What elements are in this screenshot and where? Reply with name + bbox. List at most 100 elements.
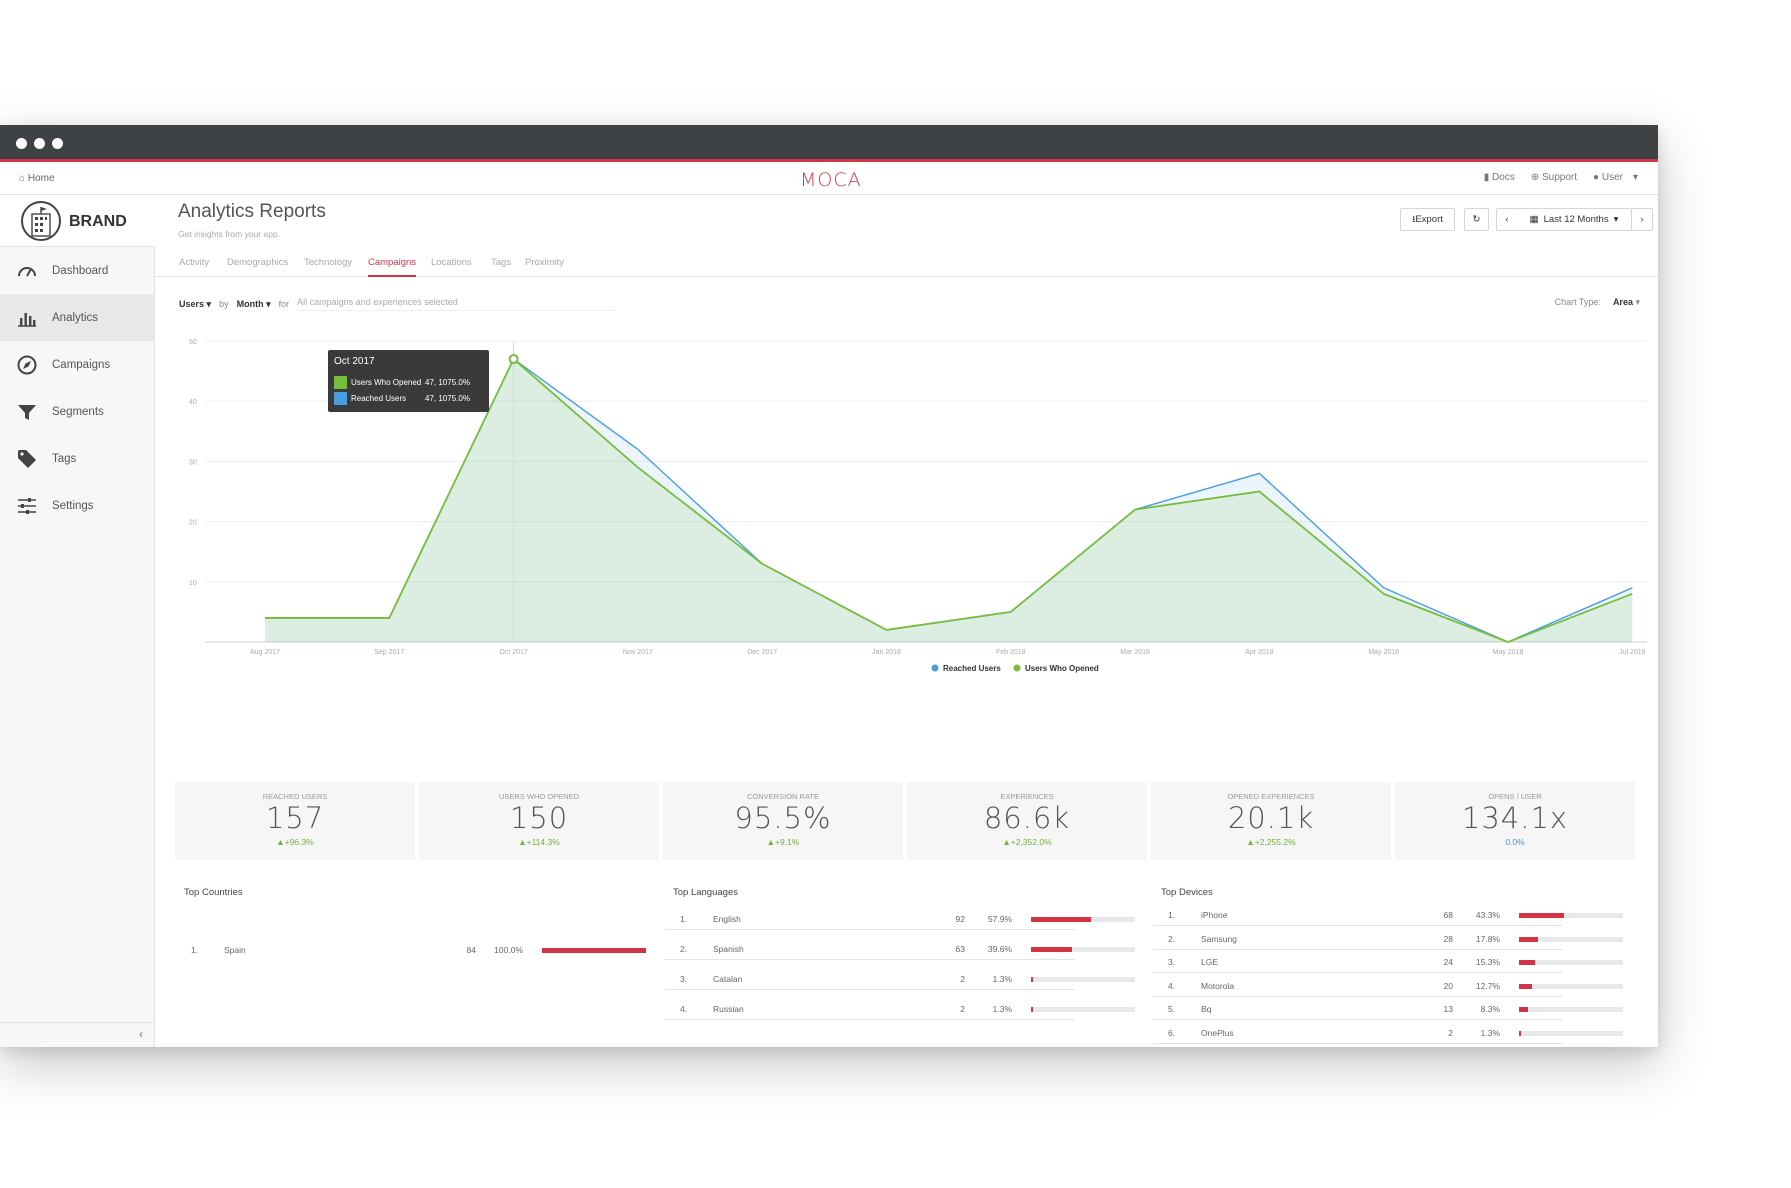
export-label: Export xyxy=(1415,214,1443,225)
gauge-icon xyxy=(18,266,36,276)
stat-value: 134.1x xyxy=(1461,801,1569,835)
export-button[interactable]: ⭳ Export xyxy=(1400,208,1455,231)
sidebar-item-dashboard[interactable]: Dashboard xyxy=(0,247,155,294)
x-tick-label: May 2018 xyxy=(1493,649,1524,656)
window-dot-icon[interactable] xyxy=(34,138,45,149)
tab-proximity[interactable]: Proximity xyxy=(525,257,564,268)
stat-card: USERS WHO OPENED 150 ▲+114.3% xyxy=(419,782,659,860)
row-name: iPhone xyxy=(1201,910,1228,920)
row-name: Motorola xyxy=(1201,980,1235,991)
chevron-right-icon: › xyxy=(1640,214,1644,225)
table-row: 7.ZTE10.6% xyxy=(1153,1045,1563,1047)
row-percent: 57.9% xyxy=(987,914,1012,924)
stat-delta: ▲+2,352.0% xyxy=(1002,837,1052,847)
stat-title: OPENED EXPERIENCES xyxy=(1227,792,1315,801)
tab-locations[interactable]: Locations xyxy=(431,257,472,268)
table-row: 1. iPhone 68 43.3% xyxy=(1153,904,1623,926)
tab-demographics[interactable]: Demographics xyxy=(227,257,288,268)
window-dot-icon[interactable] xyxy=(52,138,63,149)
table-row: 3. LGE 24 15.3% xyxy=(1153,951,1623,973)
for-label: for xyxy=(278,299,290,309)
row-count: 68 xyxy=(1443,910,1453,920)
previous-range-button[interactable]: ‹ xyxy=(1496,208,1518,231)
row-rank: 4. xyxy=(680,1004,688,1014)
user-menu[interactable]: ● User ▾ xyxy=(1593,172,1638,183)
table-row: 6. OnePlus 2 1.3% xyxy=(1153,1022,1623,1044)
period-dropdown[interactable]: Month ▾ xyxy=(237,299,271,310)
row-rank: 3. xyxy=(680,974,688,984)
sidebar-item-label: Dashboard xyxy=(52,264,109,277)
stat-title: CONVERSION RATE xyxy=(747,792,819,801)
row-rank: 1. xyxy=(191,945,199,955)
compass-icon xyxy=(17,355,37,374)
tab-activity[interactable]: Activity xyxy=(179,257,209,268)
row-rank: 3. xyxy=(1168,957,1176,967)
tab-technology[interactable]: Technology xyxy=(304,257,352,268)
y-tick-label: 40 xyxy=(189,399,197,406)
row-rank: 1. xyxy=(1168,910,1176,920)
row-percent: 1.3% xyxy=(1480,1027,1500,1038)
percent-bar-fill xyxy=(1031,977,1033,982)
y-tick-label: 50 xyxy=(189,339,197,346)
chart-type-selector[interactable]: Chart Type: Area ▾ xyxy=(1555,297,1640,308)
sidebar-item-tags[interactable]: Tags xyxy=(0,435,155,482)
row-count: 2 xyxy=(960,974,965,984)
legend-label: Reached Users xyxy=(943,664,1001,673)
stat-delta: ▲+96.3% xyxy=(276,837,314,847)
row-rank: 4. xyxy=(1168,980,1176,991)
bar-chart-icon xyxy=(18,312,36,327)
caret-down-icon: ▾ xyxy=(1632,172,1638,183)
docs-label: Docs xyxy=(1492,172,1515,183)
refresh-button[interactable]: ↻ xyxy=(1464,208,1489,231)
home-link[interactable]: ⌂ Home xyxy=(19,173,55,184)
row-rank: 1. xyxy=(680,914,688,924)
x-tick-label: Feb 2018 xyxy=(996,649,1026,656)
metric-dropdown[interactable]: Users ▾ xyxy=(179,299,211,310)
stat-card: OPENED EXPERIENCES 20.1k ▲+2,255.2% xyxy=(1151,782,1391,860)
table-row: 2. Samsung 28 17.8% xyxy=(1153,928,1623,950)
tooltip-value: 47, 1075.0% xyxy=(425,378,470,387)
row-name: LGE xyxy=(1201,957,1219,967)
sidebar-item-segments[interactable]: Segments xyxy=(0,388,155,435)
brand-block[interactable]: BRAND xyxy=(0,195,155,247)
window-titlebar xyxy=(0,125,1658,162)
row-rank: 6. xyxy=(1168,1027,1176,1038)
row-count: 2 xyxy=(1448,1027,1453,1038)
stat-value: 20.1k xyxy=(1227,801,1315,835)
series-swatch-icon xyxy=(334,392,347,405)
home-icon: ⌂ xyxy=(19,173,28,184)
x-tick-label: Apr 2018 xyxy=(1245,649,1274,656)
row-name: Spanish xyxy=(713,944,744,954)
app-logo[interactable]: MOCA xyxy=(800,169,862,191)
x-tick-label: Jan 2018 xyxy=(872,649,901,656)
docs-link[interactable]: ▮ Docs xyxy=(1484,172,1515,183)
building-icon xyxy=(21,201,61,241)
date-range-label: Last 12 Months xyxy=(1543,214,1609,225)
tab-tags[interactable]: Tags xyxy=(491,257,511,268)
by-label: by xyxy=(219,299,229,309)
row-count: 84 xyxy=(466,945,476,955)
sliders-icon xyxy=(18,497,36,514)
table-row: 1. Spain 84 100.0% xyxy=(176,939,646,961)
sidebar-item-analytics[interactable]: Analytics xyxy=(0,294,155,341)
chevron-left-icon: ‹ xyxy=(139,1027,143,1041)
collapse-sidebar-button[interactable]: ‹ xyxy=(0,1022,155,1047)
table-row: 1. English 92 57.9% xyxy=(665,908,1135,930)
report-tabs: Activity Demographics Technology Campaig… xyxy=(155,247,1658,277)
calendar-icon: ▦ xyxy=(1529,214,1539,225)
y-tick-label: 10 xyxy=(189,580,197,587)
chevron-left-icon: ‹ xyxy=(1505,214,1509,225)
tab-campaigns[interactable]: Campaigns xyxy=(368,257,417,277)
row-percent: 12.7% xyxy=(1475,980,1500,991)
next-range-button[interactable]: › xyxy=(1631,208,1653,231)
sidebar-item-settings[interactable]: Settings xyxy=(0,482,155,529)
window-dot-icon[interactable] xyxy=(16,138,27,149)
scope-selector[interactable]: All campaigns and experiences selected xyxy=(297,297,616,311)
x-tick-label: May 2018 xyxy=(1368,649,1399,656)
sidebar-item-label: Segments xyxy=(52,405,104,418)
sidebar-item-campaigns[interactable]: Campaigns xyxy=(0,341,155,388)
date-range-dropdown[interactable]: ▦ Last 12 Months ▾ xyxy=(1517,208,1632,231)
support-link[interactable]: ⊕ Support xyxy=(1531,172,1577,183)
row-rank: 2. xyxy=(1168,933,1176,944)
row-name: Catalan xyxy=(713,974,743,984)
